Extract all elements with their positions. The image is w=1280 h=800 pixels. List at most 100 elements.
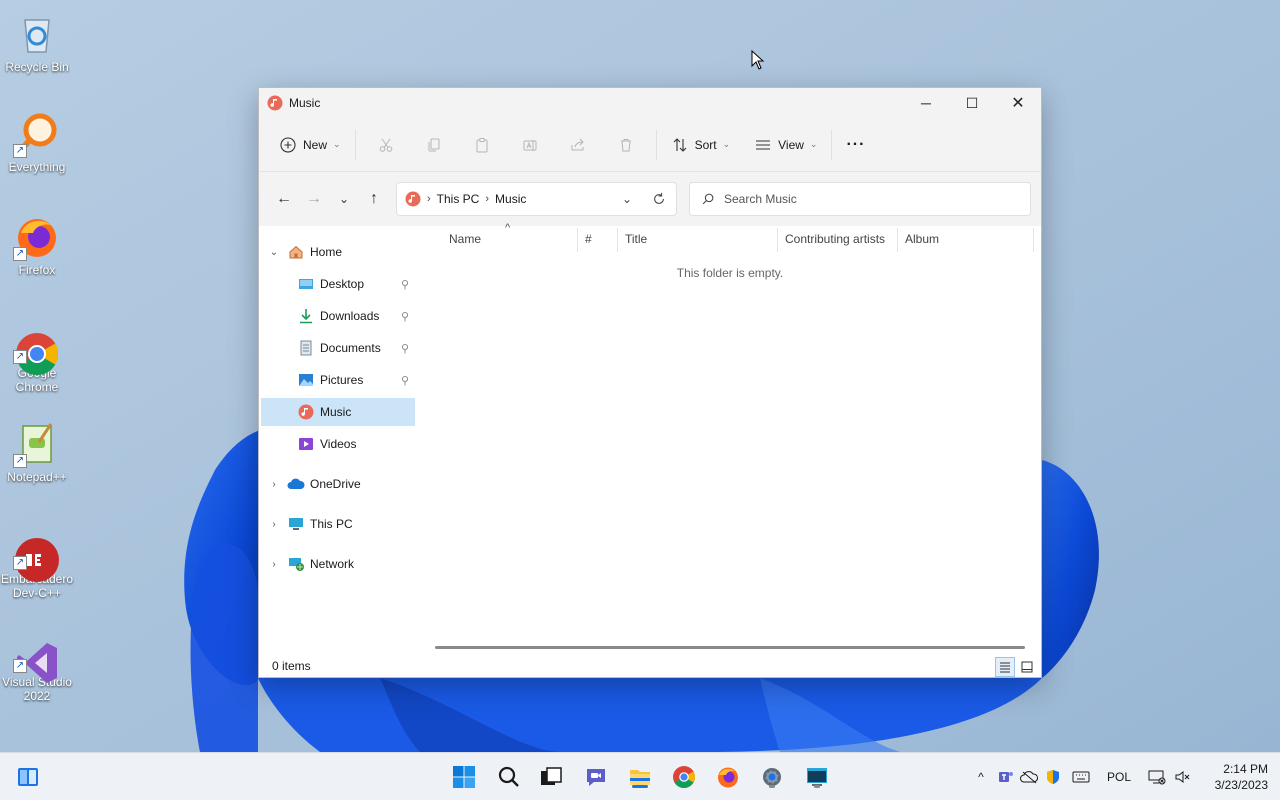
file-explorer-window: Music ─ ☐ ✕ New ⌄ Sort ⌄ View ⌄ ··· ← → … <box>258 87 1042 678</box>
delete-button[interactable] <box>602 129 650 161</box>
start-button[interactable] <box>450 763 478 791</box>
close-button[interactable]: ✕ <box>995 88 1041 118</box>
mouse-cursor-icon <box>751 50 765 70</box>
search-box[interactable] <box>689 182 1031 216</box>
firefox-taskbar-button[interactable] <box>714 763 742 791</box>
column-header-contributing-artists[interactable]: Contributing artists <box>785 226 897 252</box>
nav-item-videos[interactable]: Videos <box>261 430 415 458</box>
clock-date: 3/23/2023 <box>1214 778 1268 792</box>
title-bar[interactable]: Music ─ ☐ ✕ <box>259 88 1041 118</box>
taskbar-search-button[interactable] <box>495 763 523 791</box>
desktop-icon-everything[interactable]: ↗ Everything <box>0 110 74 174</box>
devcpp-icon: ↗ <box>13 522 61 582</box>
column-header-title[interactable]: Title <box>625 226 775 252</box>
recent-locations-button[interactable]: ⌄ <box>329 184 359 214</box>
onedrive-offline-icon[interactable] <box>1018 767 1040 787</box>
nav-item-documents[interactable]: Documents ⚲ <box>261 334 415 362</box>
widgets-button[interactable] <box>14 763 42 791</box>
desktop-icon-firefox[interactable]: ↗ Firefox <box>0 213 74 277</box>
paste-button[interactable] <box>458 129 506 161</box>
show-hidden-icons-button[interactable]: ^ <box>972 767 990 787</box>
details-view-button[interactable] <box>995 657 1015 677</box>
start-icon <box>453 766 475 788</box>
teams-tray-icon[interactable] <box>996 767 1016 787</box>
shortcut-arrow-icon: ↗ <box>13 556 27 570</box>
pin-icon[interactable]: ⚲ <box>401 278 409 291</box>
pin-icon[interactable]: ⚲ <box>401 310 409 323</box>
pin-icon[interactable]: ⚲ <box>401 374 409 387</box>
chat-button[interactable] <box>582 763 610 791</box>
back-button[interactable]: ← <box>269 184 299 214</box>
forward-button[interactable]: → <box>299 184 329 214</box>
horizontal-scrollbar[interactable] <box>435 646 1025 649</box>
nav-item-home[interactable]: ⌄ Home <box>261 238 415 266</box>
input-language-indicator[interactable]: POL <box>1104 767 1134 787</box>
chrome-taskbar-button[interactable] <box>670 763 698 791</box>
network-status-icon[interactable] <box>1146 767 1168 787</box>
keyboard-icon[interactable] <box>1070 767 1092 787</box>
this-pc-icon <box>287 515 305 533</box>
chevron-right-icon[interactable]: › <box>267 479 281 490</box>
column-header-number[interactable]: # <box>585 226 615 252</box>
desktop-icon-visual-studio[interactable]: ↗ Visual Studio 2022 <box>0 625 74 703</box>
new-button[interactable]: New ⌄ <box>271 129 349 161</box>
rename-button[interactable] <box>506 129 554 161</box>
copy-button[interactable] <box>410 129 458 161</box>
column-divider[interactable] <box>1033 228 1034 252</box>
security-shield-icon[interactable] <box>1043 767 1063 787</box>
add-circle-icon <box>279 136 297 154</box>
nav-item-music[interactable]: Music <box>261 398 415 426</box>
breadcrumb-this-pc[interactable]: This PC <box>437 192 480 206</box>
everything-search-icon: ↗ <box>13 110 61 158</box>
shortcut-arrow-icon: ↗ <box>13 247 27 261</box>
search-input[interactable] <box>724 192 1004 206</box>
column-divider[interactable] <box>577 228 578 252</box>
nav-item-network[interactable]: › Network <box>261 550 415 578</box>
view-button[interactable]: View ⌄ <box>746 129 825 161</box>
documents-icon <box>297 339 315 357</box>
column-divider[interactable] <box>617 228 618 252</box>
pictures-icon <box>297 371 315 389</box>
desktop-icon-devcpp[interactable]: ↗ Embarcadero Dev-C++ <box>0 522 74 600</box>
nav-item-desktop[interactable]: Desktop ⚲ <box>261 270 415 298</box>
sort-button[interactable]: Sort ⌄ <box>663 129 739 161</box>
cut-button[interactable] <box>362 129 410 161</box>
volume-muted-icon[interactable] <box>1172 767 1192 787</box>
nav-item-label: Home <box>310 245 343 259</box>
chevron-right-icon[interactable]: › <box>267 519 281 530</box>
file-explorer-button[interactable] <box>626 763 654 791</box>
desktop-icon-recycle-bin[interactable]: Recycle Bin <box>0 10 74 74</box>
task-view-button[interactable] <box>537 763 565 791</box>
share-button[interactable] <box>554 129 602 161</box>
address-bar[interactable]: › This PC › Music ⌄ <box>396 182 677 216</box>
minimize-button[interactable]: ─ <box>903 88 949 118</box>
breadcrumb-music[interactable]: Music <box>495 192 526 206</box>
column-header-album[interactable]: Album <box>905 226 1025 252</box>
large-icons-view-button[interactable] <box>1017 657 1037 677</box>
view-label: View <box>778 137 804 152</box>
column-divider[interactable] <box>897 228 898 252</box>
system-clock[interactable]: 2:14 PM 3/23/2023 <box>1215 761 1268 793</box>
terminal-taskbar-button[interactable] <box>803 763 831 791</box>
desktop-icon-chrome[interactable]: ↗ Google Chrome <box>0 316 74 394</box>
column-divider[interactable] <box>777 228 778 252</box>
nav-item-onedrive[interactable]: › OneDrive <box>261 470 415 498</box>
up-button[interactable]: ↑ <box>359 184 389 214</box>
desktop-icon-label: Notepad++ <box>7 470 67 484</box>
empty-folder-message: This folder is empty. <box>676 266 784 280</box>
maximize-button[interactable]: ☐ <box>949 88 995 118</box>
details-view-icon <box>1000 662 1010 673</box>
nav-item-pictures[interactable]: Pictures ⚲ <box>261 366 415 394</box>
desktop-icon-notepadpp[interactable]: ↗ Notepad++ <box>0 420 74 484</box>
settings-taskbar-button[interactable] <box>758 763 786 791</box>
pin-icon[interactable]: ⚲ <box>401 342 409 355</box>
see-more-button[interactable]: ··· <box>838 129 873 161</box>
chrome-icon: ↗ <box>13 316 61 376</box>
column-header-name[interactable]: Name <box>449 226 577 252</box>
address-history-chevron-icon[interactable]: ⌄ <box>622 192 632 206</box>
refresh-icon[interactable] <box>652 192 666 206</box>
chevron-right-icon[interactable]: › <box>267 559 281 570</box>
nav-item-this-pc[interactable]: › This PC <box>261 510 415 538</box>
chevron-down-icon[interactable]: ⌄ <box>267 247 281 258</box>
nav-item-downloads[interactable]: Downloads ⚲ <box>261 302 415 330</box>
